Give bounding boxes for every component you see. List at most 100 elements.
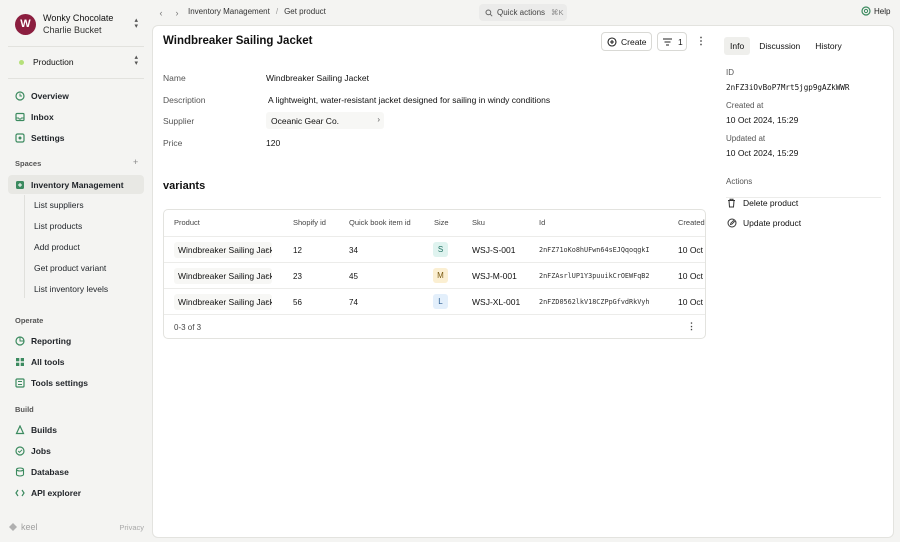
org-avatar: W: [15, 13, 36, 35]
forward-button[interactable]: ›: [170, 6, 184, 20]
environment-switcher[interactable]: Production ▴ ▾: [8, 52, 144, 72]
column-header-created[interactable]: Created: [678, 218, 705, 227]
info-label-id: ID: [726, 68, 734, 77]
column-header-sku[interactable]: Sku: [472, 218, 485, 227]
table-more-options-icon[interactable]: ⋮: [687, 321, 696, 332]
help-button[interactable]: Help: [861, 6, 890, 16]
brand-name: keel: [21, 522, 38, 532]
tab-history[interactable]: History: [809, 37, 847, 55]
nav-list-suppliers[interactable]: List suppliers: [28, 196, 144, 214]
nav-all-tools[interactable]: All tools: [8, 352, 144, 371]
pagination-text: 0-3 of 3: [174, 323, 202, 332]
quick-actions-button[interactable]: Quick actions ⌘K: [479, 4, 567, 21]
inventory-space-icon: [15, 180, 25, 190]
update-product-button[interactable]: Update product: [726, 215, 801, 231]
column-header-shopify-id[interactable]: Shopify id: [293, 218, 326, 227]
update-product-label: Update product: [743, 218, 802, 228]
submenu-rail: [24, 195, 25, 298]
size-badge: L: [433, 294, 448, 309]
breadcrumb-item-current: Get product: [284, 7, 326, 16]
trash-icon: [726, 198, 737, 208]
nav-add-product[interactable]: Add product: [28, 238, 144, 256]
lines-icon: [663, 37, 672, 46]
nav-reporting[interactable]: Reporting: [8, 331, 144, 350]
nav-label: Inventory Management: [31, 179, 124, 190]
inbox-icon: [15, 112, 25, 122]
nav-get-product-variant[interactable]: Get product variant: [28, 259, 144, 277]
tab-info[interactable]: Info: [724, 37, 751, 55]
size-badge: S: [433, 242, 448, 257]
org-switcher[interactable]: W Wonky Chocolate Charlie Bucket ▴ ▾: [8, 8, 144, 40]
quick-actions-shortcut: ⌘K: [551, 8, 564, 17]
supplier-link[interactable]: Oceanic Gear Co. ›: [266, 112, 384, 129]
row-sku: WSJ-S-001: [472, 245, 516, 255]
nav-list-products[interactable]: List products: [28, 217, 144, 235]
column-header-size[interactable]: Size: [434, 218, 449, 227]
delete-product-label: Delete product: [743, 198, 799, 208]
row-shopify-id: 23: [293, 272, 302, 281]
create-button[interactable]: Create: [601, 32, 652, 51]
column-header-quick-book-item-id[interactable]: Quick book item id: [349, 218, 411, 227]
info-value-id: 2nFZ3iOvBoP7Mrt5jgp9gAZkWWR: [726, 83, 850, 92]
delete-product-button[interactable]: Delete product: [726, 195, 798, 211]
environment-label: Production: [33, 57, 74, 67]
column-header-product[interactable]: Product: [174, 218, 200, 227]
edit-icon: [726, 218, 737, 228]
nav-space-inventory-management[interactable]: Inventory Management: [8, 175, 144, 194]
nav-list-inventory-levels[interactable]: List inventory levels: [28, 280, 144, 298]
reporting-icon: [15, 335, 25, 346]
row-created: 10 Oct 2024: [678, 271, 705, 281]
chevron-up-down-icon: ▴ ▾: [134, 54, 138, 67]
nav-label: Reporting: [31, 335, 72, 346]
column-header-id[interactable]: Id: [539, 218, 545, 227]
sidebar: W Wonky Chocolate Charlie Bucket ▴ ▾ Prod…: [0, 0, 152, 542]
nav-overview[interactable]: Overview: [8, 86, 144, 105]
section-label-spaces: Spaces: [15, 159, 42, 168]
tools-settings-icon: [15, 377, 25, 388]
add-space-icon[interactable]: +: [133, 157, 138, 167]
row-product-link[interactable]: Windbreaker Sailing Jacket ›: [174, 242, 272, 258]
nav-builds[interactable]: Builds: [8, 420, 144, 439]
nav-label: API explorer: [31, 487, 82, 498]
actions-heading: Actions: [726, 177, 753, 186]
nav-label: Overview: [31, 90, 69, 101]
breadcrumb-item-space[interactable]: Inventory Management: [188, 7, 270, 16]
nav-database[interactable]: Database: [8, 462, 144, 481]
privacy-link[interactable]: Privacy: [119, 523, 144, 532]
table-row[interactable]: Windbreaker Sailing Jacket › 12 34 S WSJ-…: [164, 236, 705, 262]
back-button[interactable]: ‹: [154, 6, 168, 20]
side-tabs: Info Discussion History: [724, 37, 851, 55]
field-label-supplier: Supplier: [163, 116, 195, 126]
table-row[interactable]: Windbreaker Sailing Jacket › 56 74 L WSJ-…: [164, 288, 705, 314]
field-label-name: Name: [163, 73, 186, 83]
row-sku: WSJ-XL-001: [472, 297, 521, 307]
field-label-price: Price: [163, 138, 183, 148]
row-product-link[interactable]: Windbreaker Sailing Jacket ›: [174, 294, 272, 310]
plus-circle-icon: [607, 36, 617, 47]
divider: [8, 78, 144, 79]
nav-settings[interactable]: Settings: [8, 128, 144, 147]
nav-tools-settings[interactable]: Tools settings: [8, 373, 144, 392]
size-badge: M: [433, 268, 448, 283]
variants-table: Product Shopify id Quick book item id Si…: [163, 209, 706, 339]
nav-inbox[interactable]: Inbox: [8, 107, 144, 126]
field-value-name: Windbreaker Sailing Jacket: [266, 73, 369, 83]
nav-label: All tools: [31, 356, 65, 367]
row-id: 2nFZD0562lkV18CZPpGfvdRkVyh: [539, 298, 650, 306]
filter-button[interactable]: 1: [657, 32, 687, 51]
row-product-link[interactable]: Windbreaker Sailing Jacket ›: [174, 268, 272, 284]
database-icon: [15, 466, 25, 477]
api-explorer-icon: [15, 488, 25, 498]
builds-icon: [15, 424, 25, 435]
nav-label: Jobs: [31, 445, 51, 456]
nav-jobs[interactable]: Jobs: [8, 441, 144, 460]
tab-discussion[interactable]: Discussion: [753, 37, 806, 55]
sidebar-footer: keel Privacy: [8, 518, 144, 536]
more-options-icon[interactable]: ⋮: [696, 36, 706, 47]
keel-logo-icon: [9, 523, 17, 531]
nav-label: Database: [31, 466, 69, 477]
row-product: Windbreaker Sailing Jacket: [178, 245, 272, 255]
nav-api-explorer[interactable]: API explorer: [8, 483, 144, 502]
table-row[interactable]: Windbreaker Sailing Jacket › 23 45 M WSJ-…: [164, 262, 705, 288]
row-quick-book-id: 74: [349, 298, 358, 307]
